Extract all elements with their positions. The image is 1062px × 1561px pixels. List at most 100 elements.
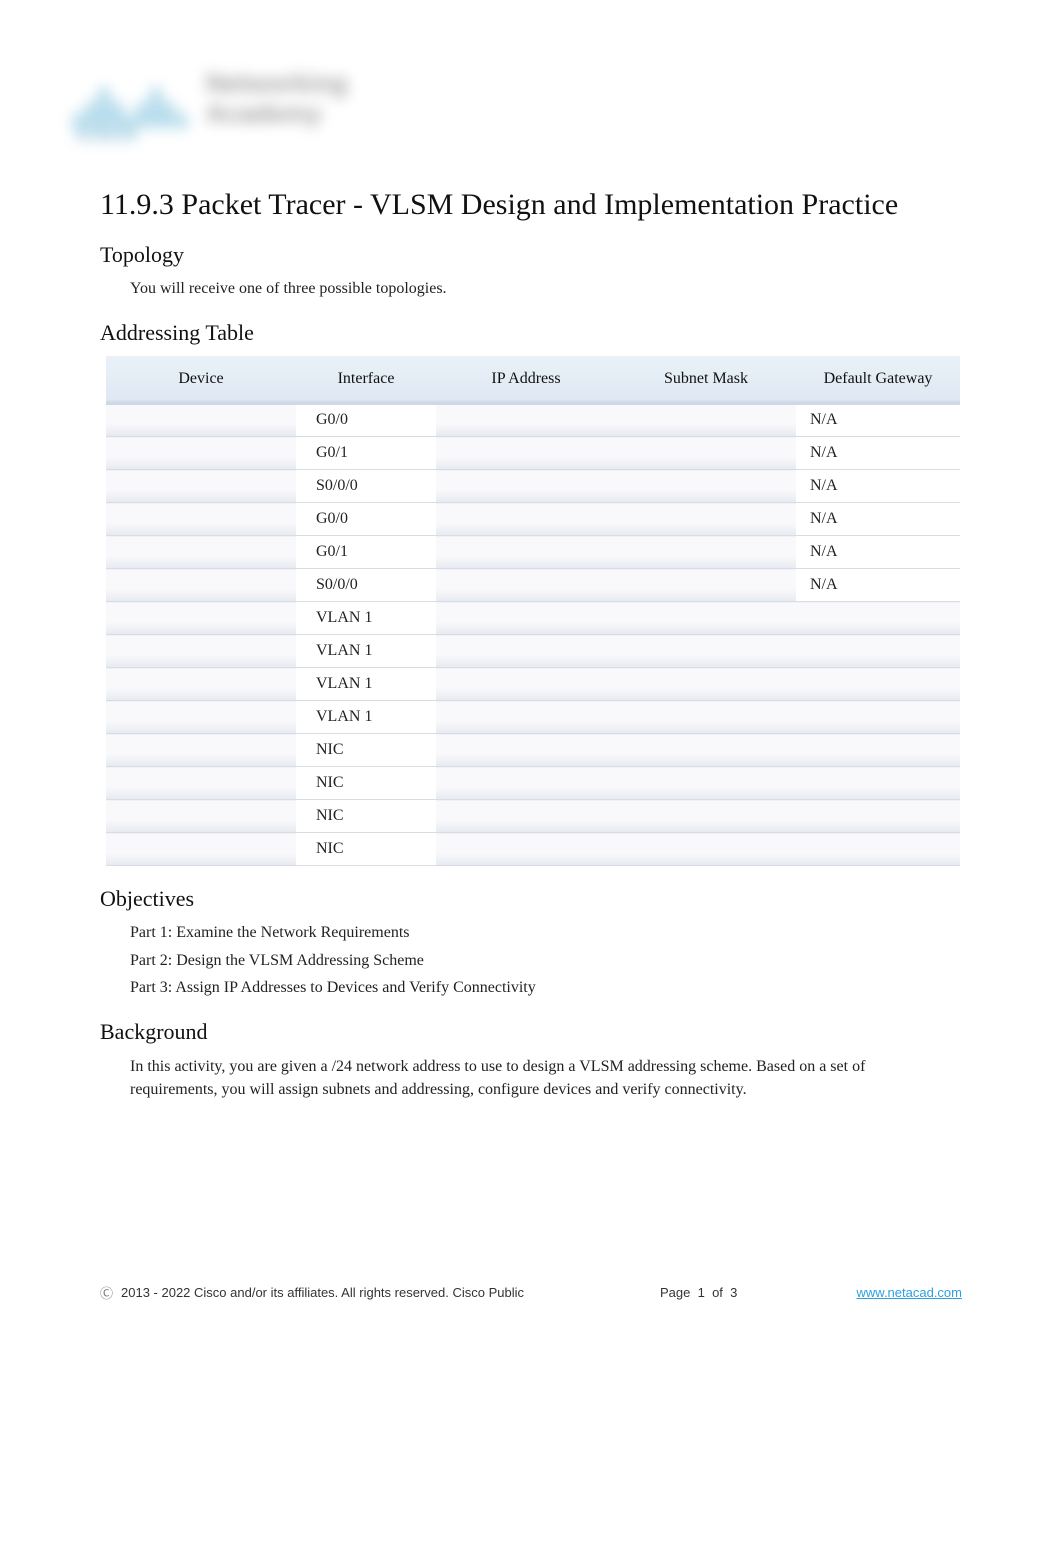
netacad-link[interactable]: www.netacad.com: [857, 1285, 963, 1300]
table-cell: [436, 536, 616, 569]
page-label: Page: [660, 1285, 690, 1300]
table-cell: VLAN 1: [296, 635, 436, 668]
table-cell: [106, 470, 296, 503]
table-cell: [616, 833, 796, 866]
table-cell: [616, 470, 796, 503]
table-cell: [436, 767, 616, 800]
table-row: G0/1N/A: [106, 437, 960, 470]
table-cell: [616, 569, 796, 602]
page-total: 3: [730, 1285, 737, 1300]
copyright-icon: Ⓒ: [100, 1283, 113, 1302]
page-of: of: [712, 1285, 723, 1300]
table-header-row: Device Interface IP Address Subnet Mask …: [106, 356, 960, 404]
topology-text: You will receive one of three possible t…: [130, 278, 962, 300]
logo-brand-text: cisco: [76, 120, 137, 146]
col-mask: Subnet Mask: [616, 356, 796, 404]
table-cell: [616, 668, 796, 701]
document-page: cisco Networking Academy 11.9.3 Packet T…: [0, 0, 1062, 1561]
table-cell: [616, 503, 796, 536]
table-cell: [616, 437, 796, 470]
table-cell: N/A: [796, 569, 960, 602]
col-device: Device: [106, 356, 296, 404]
table-cell: [796, 602, 960, 635]
table-row: G0/0 N/A: [106, 404, 960, 437]
topology-heading: Topology: [100, 242, 962, 268]
table-cell: [106, 767, 296, 800]
table-row: VLAN 1: [106, 602, 960, 635]
table-row: NIC: [106, 767, 960, 800]
table-row: NIC: [106, 734, 960, 767]
table-cell: [106, 833, 296, 866]
table-cell: [106, 404, 296, 437]
table-cell: G0/0: [296, 404, 436, 437]
table-cell: [436, 701, 616, 734]
table-row: S0/0/0 N/A: [106, 569, 960, 602]
table-cell: [616, 734, 796, 767]
copyright-text: 2013 - 2022 Cisco and/or its affiliates.…: [121, 1285, 524, 1300]
page-footer: Ⓒ 2013 - 2022 Cisco and/or its affiliate…: [100, 1283, 962, 1302]
table-cell: [796, 734, 960, 767]
table-cell: S0/0/0: [296, 569, 436, 602]
table-cell: [796, 833, 960, 866]
table-row: VLAN 1: [106, 635, 960, 668]
table-cell: [106, 536, 296, 569]
table-cell: NIC: [296, 767, 436, 800]
background-text: In this activity, you are given a /24 ne…: [130, 1055, 890, 1101]
table-cell: N/A: [796, 503, 960, 536]
table-cell: [106, 635, 296, 668]
table-cell: [106, 668, 296, 701]
col-ip: IP Address: [436, 356, 616, 404]
table-cell: S0/0/0: [296, 470, 436, 503]
table-cell: [436, 800, 616, 833]
table-cell: [106, 569, 296, 602]
table-cell: [796, 668, 960, 701]
table-row: VLAN 1: [106, 701, 960, 734]
objective-item: Part 1: Examine the Network Requirements: [130, 922, 962, 944]
table-cell: [796, 800, 960, 833]
page-title: 11.9.3 Packet Tracer - VLSM Design and I…: [100, 188, 962, 222]
table-cell: [436, 635, 616, 668]
table-cell: VLAN 1: [296, 602, 436, 635]
table-cell: [436, 602, 616, 635]
table-cell: VLAN 1: [296, 668, 436, 701]
table-cell: [106, 602, 296, 635]
table-cell: [106, 734, 296, 767]
table-row: NIC: [106, 833, 960, 866]
addressing-heading: Addressing Table: [100, 320, 962, 346]
table-cell: VLAN 1: [296, 701, 436, 734]
page-indicator: Page 1 of 3: [660, 1285, 737, 1300]
table-cell: [436, 437, 616, 470]
table-cell: [436, 734, 616, 767]
table-cell: [796, 635, 960, 668]
table-cell: [616, 536, 796, 569]
logo-program-text: Networking Academy: [206, 68, 348, 128]
table-cell: N/A: [796, 536, 960, 569]
logo-blur-layer: cisco Networking Academy: [64, 62, 420, 168]
table-cell: [436, 503, 616, 536]
table-cell: [436, 668, 616, 701]
col-gateway: Default Gateway: [796, 356, 960, 404]
background-heading: Background: [100, 1019, 962, 1045]
table-cell: [616, 602, 796, 635]
table-cell: [436, 404, 616, 437]
table-cell: [616, 800, 796, 833]
table-cell: [106, 800, 296, 833]
table-cell: [616, 701, 796, 734]
table-cell: G0/0: [296, 503, 436, 536]
table-cell: G0/1: [296, 437, 436, 470]
table-row: NIC: [106, 800, 960, 833]
table-cell: NIC: [296, 833, 436, 866]
table-cell: G0/1: [296, 536, 436, 569]
table-cell: N/A: [796, 470, 960, 503]
table-cell: [796, 701, 960, 734]
col-interface: Interface: [296, 356, 436, 404]
table-cell: [616, 635, 796, 668]
table-cell: [106, 503, 296, 536]
table-cell: N/A: [796, 404, 960, 437]
table-row: G0/1 N/A: [106, 536, 960, 569]
table-cell: NIC: [296, 734, 436, 767]
table-cell: [796, 767, 960, 800]
table-cell: NIC: [296, 800, 436, 833]
table-cell: [436, 569, 616, 602]
table-cell: [106, 701, 296, 734]
